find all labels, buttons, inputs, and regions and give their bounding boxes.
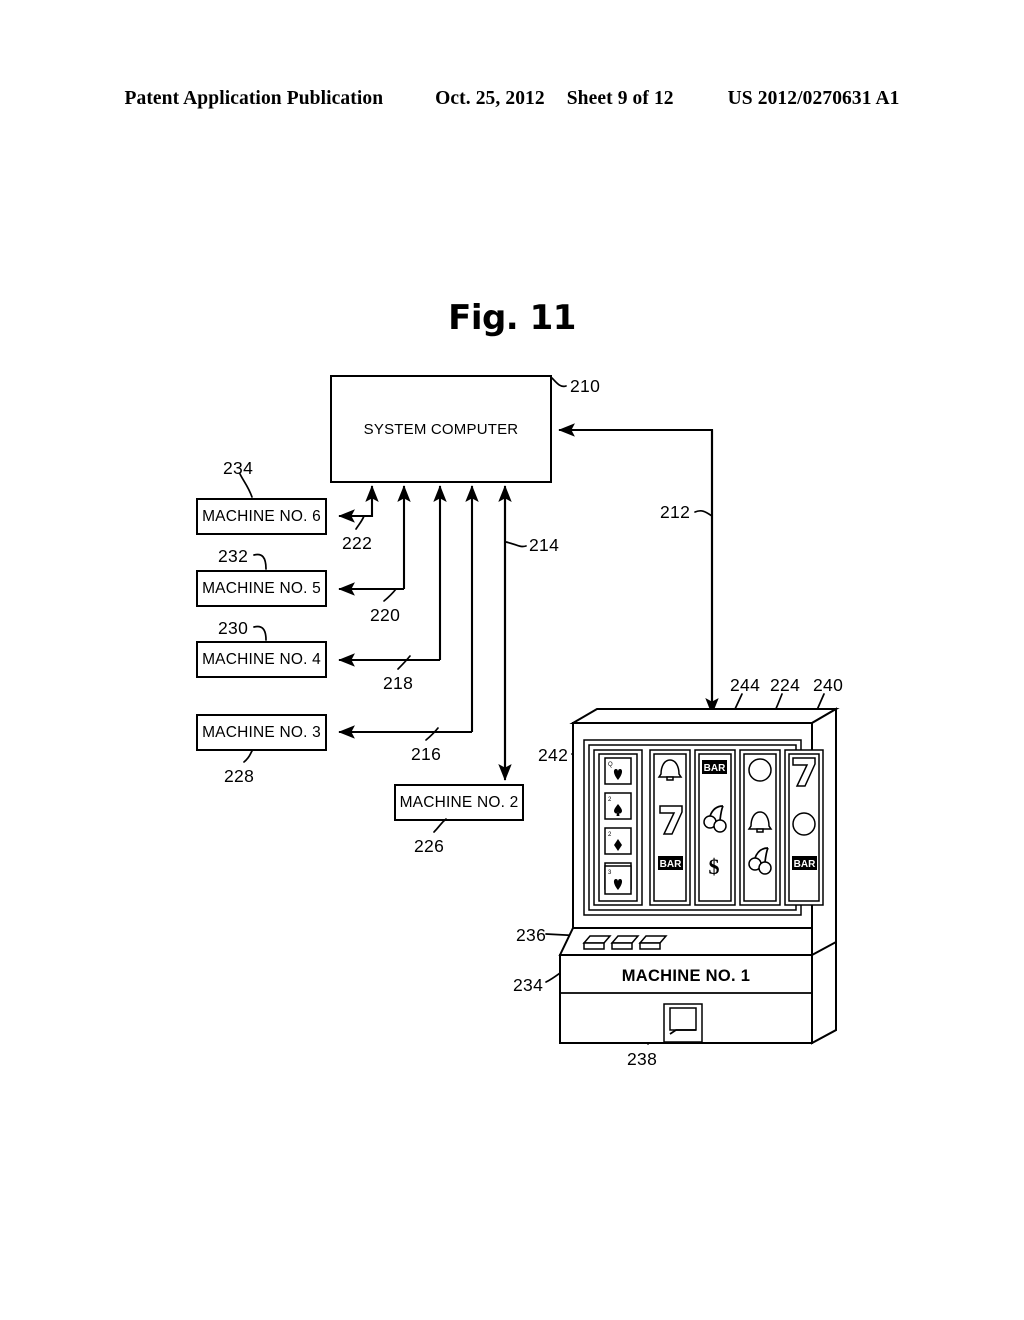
svg-text:3: 3: [608, 870, 612, 876]
symbol-cherries-r4: [748, 847, 772, 875]
card-symbol-5-group: 3: [604, 865, 632, 895]
ref-242: 242: [538, 745, 569, 765]
ref-212: 212: [660, 502, 691, 522]
ref-230: 230: [218, 618, 249, 638]
header-sheet: Sheet 9 of 12: [566, 88, 674, 109]
system-computer-block: SYSTEM COMPUTER: [330, 375, 552, 483]
page-header: Patent Application Publication Oct. 25, …: [0, 88, 1024, 110]
svg-text:$: $: [709, 854, 720, 879]
card-symbol-2: 2: [604, 792, 632, 820]
card-symbol-1: Q: [604, 757, 632, 785]
ref-234-cabinet: 234: [513, 975, 544, 995]
card-symbol-4: 4: [604, 862, 632, 890]
symbol-bell-r4: [747, 811, 773, 833]
ref-238: 238: [627, 1049, 658, 1069]
reel-5: BAR: [784, 749, 824, 906]
reel-1-card-reel: Q 2 2 4: [593, 749, 643, 906]
reel-2: BAR: [649, 749, 691, 906]
symbol-dollar-r3: $: [709, 854, 720, 879]
card-symbol-3: 2: [604, 827, 632, 855]
control-buttons: [582, 935, 668, 950]
machine-no-5-block: MACHINE NO. 5: [196, 570, 327, 607]
ref-232: 232: [218, 546, 249, 566]
ref-210: 210: [570, 376, 601, 396]
ref-236: 236: [516, 925, 547, 945]
machine-no-5-label: MACHINE NO. 5: [202, 579, 321, 597]
connector-222: [338, 485, 379, 523]
machine-no-4-block: MACHINE NO. 4: [196, 641, 327, 678]
connector-212: [558, 423, 719, 715]
connector-216: [338, 485, 479, 739]
svg-text:2: 2: [608, 832, 612, 838]
symbol-seven-r2: [659, 805, 683, 835]
ref-234-top: 234: [223, 458, 254, 478]
svg-text:Q: Q: [608, 762, 613, 768]
symbol-bar-r3: BAR: [702, 760, 727, 774]
cabinet-right-side: [811, 707, 837, 1045]
ref-244: 244: [730, 675, 761, 695]
system-computer-label: SYSTEM COMPUTER: [363, 420, 519, 438]
header-patent-number: US 2012/0270631 A1: [727, 88, 900, 109]
cabinet-front-upper: [572, 722, 813, 929]
machine-no-1-label: MACHINE NO. 1: [621, 967, 751, 985]
reel-3: BAR $: [694, 749, 736, 906]
svg-text:4: 4: [608, 867, 612, 873]
figure-title: Fig. 11: [448, 298, 576, 338]
svg-text:2: 2: [608, 797, 612, 803]
header-publication: Patent Application Publication: [124, 88, 384, 109]
symbol-seven-r5: [792, 757, 816, 787]
ref-220: 220: [370, 605, 401, 625]
machine-no-3-block: MACHINE NO. 3: [196, 714, 327, 751]
display-bezel-inner: [588, 744, 797, 911]
ref-228: 228: [224, 766, 255, 786]
ref-222: 222: [342, 533, 373, 553]
svg-text:BAR: BAR: [660, 859, 682, 870]
machine-no-1-label-wrap: MACHINE NO. 1: [560, 960, 812, 993]
symbol-bar-r2: BAR: [658, 856, 683, 870]
symbol-cherries-r3: [703, 805, 727, 833]
display-bezel-outer: [583, 739, 802, 916]
symbol-orange-r5: [792, 812, 816, 836]
svg-text:BAR: BAR: [794, 859, 816, 870]
ref-240: 240: [813, 675, 844, 695]
ref-214: 214: [529, 535, 560, 555]
svg-text:BAR: BAR: [704, 763, 726, 774]
figure-vector-layer: Q 2 2 4 BAR BAR $ BAR 3: [239, 377, 840, 1045]
coin-tray: [663, 1003, 703, 1043]
machine-no-2-label: MACHINE NO. 2: [399, 793, 519, 811]
ref-216: 216: [411, 744, 442, 764]
symbol-bell-r2: [657, 759, 683, 781]
cabinet-lower-right-side: [811, 940, 837, 1045]
ref-224: 224: [770, 675, 801, 695]
ref-218: 218: [383, 673, 414, 693]
machine-no-4-label: MACHINE NO. 4: [202, 650, 321, 668]
machine-no-2-block: MACHINE NO. 2: [394, 784, 524, 821]
machine-no-6-block: MACHINE NO. 6: [196, 498, 327, 535]
ref-226: 226: [414, 836, 445, 856]
patent-figure-page: Patent Application Publication Oct. 25, …: [0, 0, 1024, 1320]
machine-no-6-label: MACHINE NO. 6: [202, 507, 321, 525]
header-date: Oct. 25, 2012: [435, 88, 545, 109]
machine-no-3-label: MACHINE NO. 3: [202, 723, 321, 741]
cabinet-top-face: [569, 708, 840, 724]
reel-4: [739, 749, 781, 906]
button-shelf: [558, 927, 813, 956]
connector-218: [338, 485, 447, 667]
symbol-orange-r4: [748, 758, 772, 782]
symbol-bar-r5: BAR: [792, 856, 817, 870]
